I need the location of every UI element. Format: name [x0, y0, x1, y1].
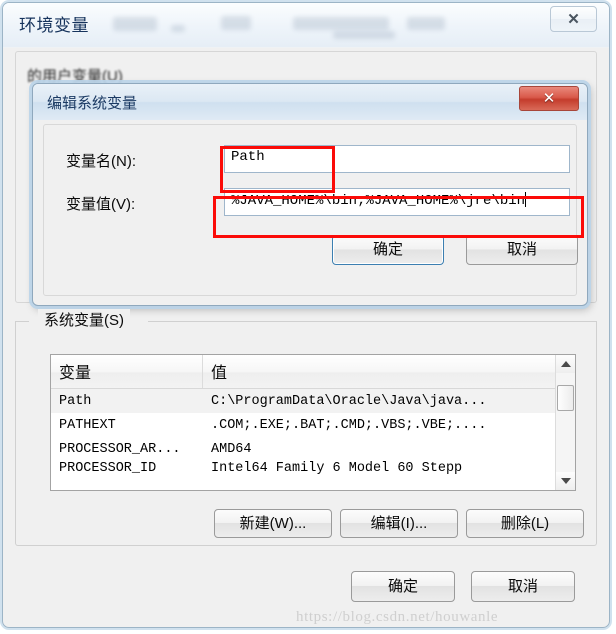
edit-system-variable-dialog: 编辑系统变量 ✕ 变量名(N): Path 变量值(V): %JAVA_HOME…: [32, 83, 588, 306]
table-header-row: 变量 值: [51, 355, 575, 389]
variable-name-label: 变量名(N):: [66, 153, 136, 170]
cell-value: .COM;.EXE;.BAT;.CMD;.VBS;.VBE;....: [211, 417, 487, 433]
titlebar-blur-artifact: [407, 17, 445, 30]
chevron-up-icon: [560, 361, 571, 367]
table-body: Path C:\ProgramData\Oracle\Java\java... …: [51, 389, 575, 479]
main-ok-button[interactable]: 确定: [351, 571, 455, 602]
table-row[interactable]: PROCESSOR_ID Intel64 Family 6 Model 60 S…: [51, 461, 575, 479]
system-variables-label: 系统变量(S): [38, 309, 130, 330]
scroll-down-button[interactable]: [556, 472, 575, 490]
titlebar-blur-artifact: [171, 25, 185, 32]
main-window-title: 环境变量: [19, 16, 89, 35]
main-titlebar: 环境变量 ✕: [3, 3, 609, 47]
delete-system-variable-button[interactable]: 删除(L): [466, 509, 584, 538]
edit-dialog-body: 变量名(N): Path 变量值(V): %JAVA_HOME%\bin;%JA…: [43, 124, 578, 296]
close-icon: ✕: [567, 11, 580, 28]
scroll-up-button[interactable]: [556, 355, 575, 373]
scrollbar-thumb[interactable]: [557, 385, 574, 411]
titlebar-blur-artifact: [221, 16, 251, 30]
system-variables-table[interactable]: 变量 值 Path C:\ProgramData\Oracle\Java\jav…: [50, 354, 576, 491]
table-row[interactable]: PATHEXT .COM;.EXE;.BAT;.CMD;.VBS;.VBE;..…: [51, 413, 575, 437]
cell-variable: PROCESSOR_AR...: [59, 441, 181, 457]
titlebar-blur-artifact: [113, 17, 157, 31]
cell-value: C:\ProgramData\Oracle\Java\java...: [211, 393, 487, 409]
cell-variable: PROCESSOR_ID: [59, 461, 157, 476]
edit-dialog-title: 编辑系统变量: [47, 95, 138, 112]
text-caret: [525, 192, 527, 207]
main-window-close-button[interactable]: ✕: [550, 6, 597, 32]
new-system-variable-button[interactable]: 新建(W)...: [214, 509, 332, 538]
edit-dialog-ok-button[interactable]: 确定: [332, 235, 444, 265]
column-header-value[interactable]: 值: [203, 355, 575, 388]
chevron-down-icon: [560, 478, 571, 484]
edit-dialog-close-button[interactable]: ✕: [519, 86, 579, 111]
watermark-text: https://blog.csdn.net/houwanle: [296, 609, 499, 625]
system-variables-group: 系统变量(S) 变量 值 Path C:\ProgramData\Oracle\…: [15, 309, 597, 546]
screenshot-root: 环境变量 ✕ 的用户变量(U) 系统变量(S) 变量 值 Path C:\Pro…: [0, 0, 616, 634]
column-header-variable[interactable]: 变量: [51, 355, 203, 388]
titlebar-blur-artifact: [293, 17, 389, 30]
close-icon: ✕: [542, 90, 556, 107]
main-cancel-button[interactable]: 取消: [471, 571, 575, 602]
table-row[interactable]: Path C:\ProgramData\Oracle\Java\java...: [51, 389, 575, 413]
table-row[interactable]: PROCESSOR_AR... AMD64: [51, 437, 575, 461]
edit-dialog-cancel-button[interactable]: 取消: [466, 235, 578, 265]
variable-name-input[interactable]: Path: [224, 145, 570, 173]
variable-value-input[interactable]: %JAVA_HOME%\bin;%JAVA_HOME%\jre\bin: [224, 188, 570, 216]
cell-value: Intel64 Family 6 Model 60 Stepp: [211, 461, 463, 476]
edit-dialog-titlebar: 编辑系统变量 ✕: [33, 84, 587, 120]
variable-value-label: 变量值(V):: [66, 196, 136, 213]
cell-variable: PATHEXT: [59, 417, 116, 433]
cell-value: AMD64: [211, 441, 252, 457]
table-vertical-scrollbar[interactable]: [555, 355, 575, 490]
titlebar-blur-artifact: [333, 31, 395, 39]
cell-variable: Path: [59, 393, 92, 409]
edit-system-variable-button[interactable]: 编辑(I)...: [340, 509, 458, 538]
variable-value-text: %JAVA_HOME%\bin;%JAVA_HOME%\jre\bin: [231, 193, 526, 209]
